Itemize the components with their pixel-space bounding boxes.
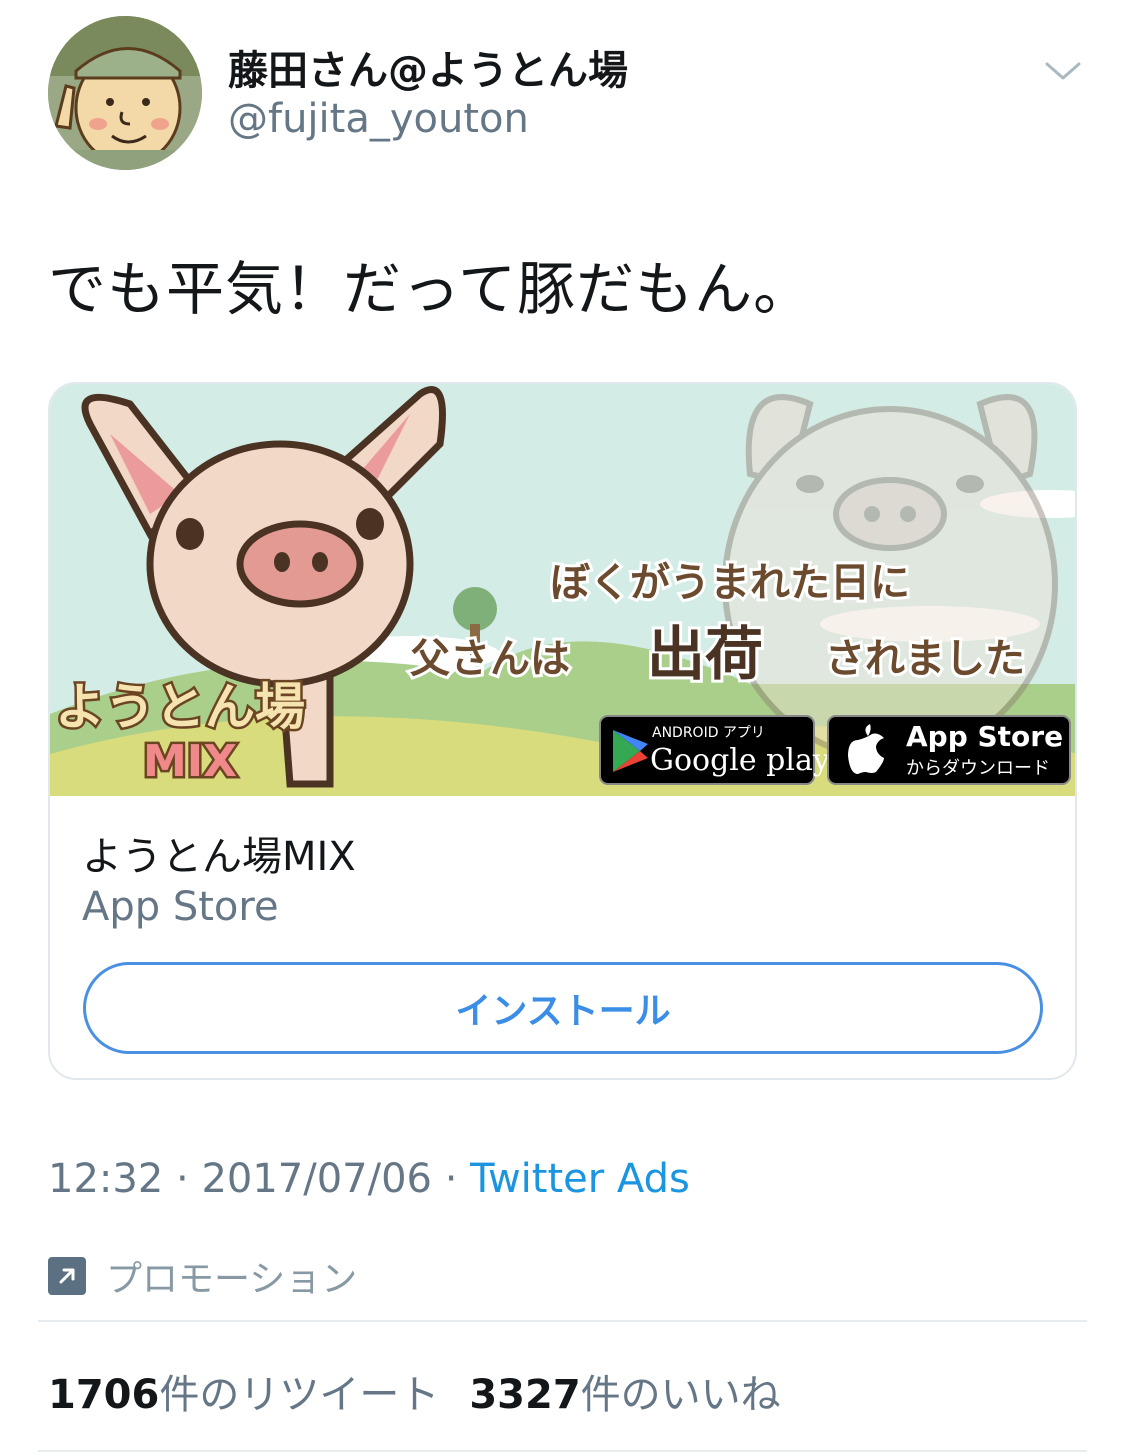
promoted-icon	[48, 1257, 86, 1295]
meta-separator: ·	[163, 1156, 202, 1202]
google-badge-small: ANDROID アプリ	[652, 725, 765, 741]
tweet-source-link[interactable]: Twitter Ads	[470, 1156, 690, 1202]
banner-logo-text: ようとん場	[55, 678, 305, 736]
divider	[38, 1320, 1087, 1322]
banner-headline-2c: されました	[825, 636, 1025, 682]
promoted-indicator[interactable]: プロモーション	[48, 1250, 357, 1302]
install-button[interactable]: インストール	[83, 962, 1043, 1054]
like-label[interactable]: 件のいいね	[581, 1372, 781, 1418]
like-count[interactable]: 3327	[469, 1372, 580, 1418]
tweet-text: でも平気！だって豚だもん。	[48, 255, 813, 323]
author-name[interactable]: 藤田さん@ようとん場	[228, 38, 628, 96]
promoted-label: プロモーション	[106, 1259, 358, 1300]
banner-logo-mix: MIX	[143, 736, 237, 787]
tweet-meta: 12:32 · 2017/07/06 · Twitter Ads	[48, 1156, 690, 1202]
tweet-date: 2017/07/06	[201, 1156, 432, 1202]
author-handle[interactable]: @fujita_youton	[228, 96, 529, 142]
divider-bottom	[38, 1450, 1087, 1452]
card-app-title[interactable]: ようとん場MIX	[82, 824, 356, 882]
avatar[interactable]	[48, 16, 202, 170]
chevron-down-icon[interactable]	[1043, 56, 1083, 86]
apple-badge-big: App Store	[906, 720, 1063, 753]
google-play-badge: ANDROID アプリ Google play	[599, 715, 830, 785]
card-store-name: App Store	[82, 884, 279, 930]
tweet-time: 12:32	[48, 1156, 164, 1202]
retweet-label[interactable]: 件のリツイート	[159, 1372, 439, 1418]
app-banner-image[interactable]: ようとん場 MIX ぼくがうまれた日に 父さんは 出荷 されました ANDROI…	[50, 384, 1075, 796]
retweet-count[interactable]: 1706	[48, 1372, 159, 1418]
app-store-badge: App Store からダウンロード	[827, 715, 1071, 785]
meta-separator-2: ·	[431, 1156, 471, 1202]
banner-headline-2a: 父さんは	[410, 636, 570, 682]
apple-badge-small: からダウンロード	[906, 758, 1050, 779]
google-badge-big: Google play	[650, 743, 830, 778]
app-card[interactable]: ようとん場 MIX ぼくがうまれた日に 父さんは 出荷 されました ANDROI…	[48, 382, 1077, 1080]
banner-headline-2b: 出荷	[647, 620, 763, 688]
tweet-stats: 1706件のリツイート 3327件のいいね	[48, 1362, 781, 1420]
banner-headline-1: ぼくがうまれた日に	[550, 560, 910, 606]
